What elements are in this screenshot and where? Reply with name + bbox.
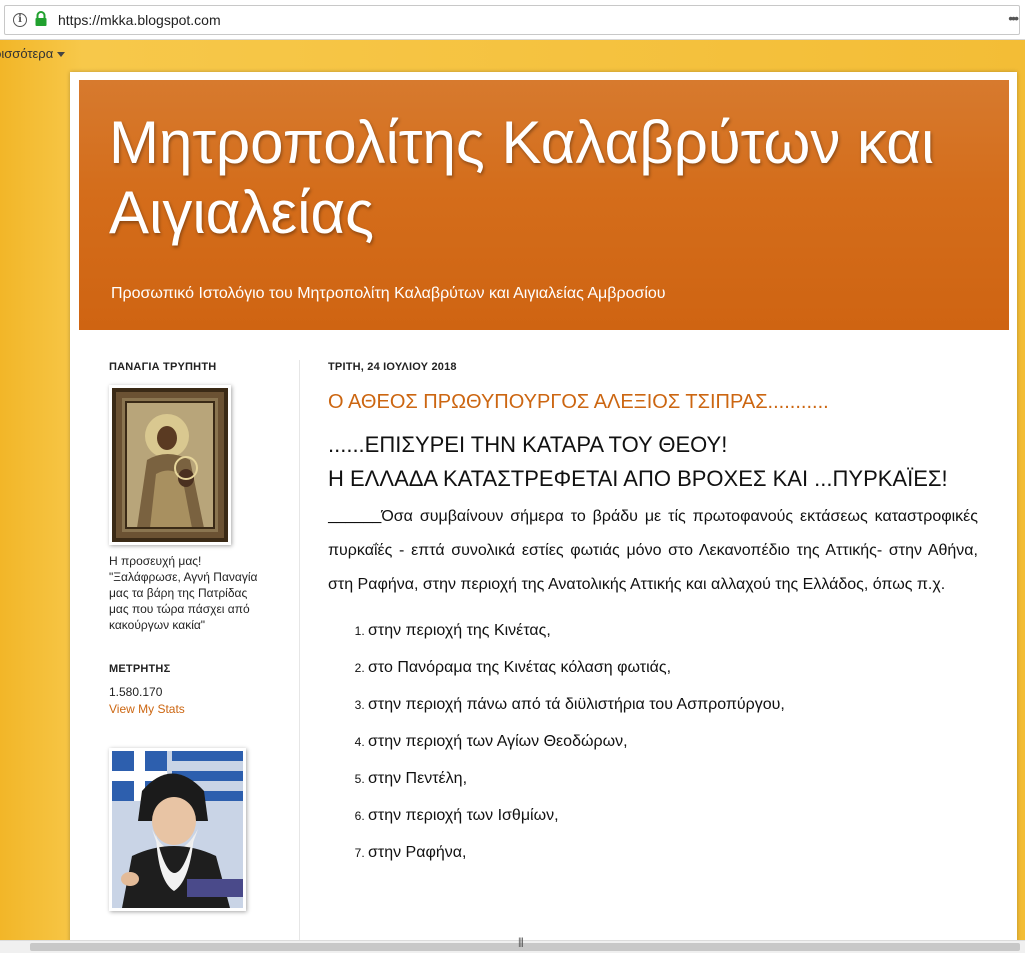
post-title-link[interactable]: Ο ΑΘΕΟΣ ΠΡΩΘΥΠΟΥΡΓΟΣ ΑΛΕΞΙΟΣ ΤΣΙΠΡΑΣ....… xyxy=(328,391,978,414)
list-item: στην Πεντέλη, xyxy=(368,760,978,797)
list-item: στην περιοχή της Κινέτας, xyxy=(368,612,978,649)
blog-description: Προσωπικό Ιστολόγιο του Μητροπολίτη Καλα… xyxy=(111,285,666,302)
list-item: στην περιοχή πάνω από τά διϋλιστήρια του… xyxy=(368,686,978,723)
metropolitan-photo[interactable] xyxy=(109,748,246,911)
more-menu-button[interactable]: ρισσότερα xyxy=(0,46,66,61)
blogger-navbar: ρισσότερα xyxy=(0,40,1025,68)
scroll-grip-icon: ||| xyxy=(518,937,524,948)
list-item: στο Πανόραμα της Κινέτας κόλαση φωτιάς, xyxy=(368,649,978,686)
list-item: στην περιοχή των Αγίων Θεοδώρων, xyxy=(368,723,978,760)
panagia-icon-picture xyxy=(112,388,228,542)
counter-widget-title: ΜΕΤΡΗΤΗΣ xyxy=(109,663,171,675)
list-item: στην περιοχή των Ισθμίων, xyxy=(368,797,978,834)
icon-caption: Η προσευχή μας! "Ξαλάφρωσε, Αγνή Παναγία… xyxy=(109,554,258,632)
list-item: στην Ραφήνα, xyxy=(368,834,978,871)
main-column: ΤΡΙΤΗ, 24 ΙΟΥΛΙΟΥ 2018 Ο ΑΘΕΟΣ ΠΡΩΘΥΠΟΥΡ… xyxy=(328,361,978,871)
post-body-dash: ______ xyxy=(328,508,382,525)
post-sub-line-2: Η ΕΛΛΑΔΑ ΚΑΤΑΣΤΡΕΦΕΤΑΙ ΑΠΟ ΒΡΟΧΕΣ ΚΑΙ ..… xyxy=(328,466,948,491)
browser-address-bar: i https://mkka.blogspot.com ••• xyxy=(0,0,1025,40)
column-divider xyxy=(299,360,300,953)
caret-down-icon xyxy=(57,52,66,58)
post-body-text: Όσα συμβαίνουν σήμερα το βράδυ με τίς πρ… xyxy=(328,508,978,593)
page-actions-icon[interactable]: ••• xyxy=(1008,10,1019,26)
url-box[interactable]: i https://mkka.blogspot.com ••• xyxy=(4,5,1020,35)
icon-widget-title: ΠΑΝΑΓΙΑ ΤΡΥΠΗΤΗ xyxy=(109,361,217,373)
more-menu-label: ρισσότερα xyxy=(0,46,54,61)
visitor-counter-value: 1.580.170 xyxy=(109,685,163,699)
scrollbar-thumb[interactable] xyxy=(30,943,1020,951)
blog-title[interactable]: Μητροπολίτης Καλαβρύτων και Αιγιαλείας xyxy=(109,108,989,248)
post-date: ΤΡΙΤΗ, 24 ΙΟΥΛΙΟΥ 2018 xyxy=(328,361,457,373)
blog-header: Μητροπολίτης Καλαβρύτων και Αιγιαλείας Π… xyxy=(79,80,1009,330)
content-outer: Μητροπολίτης Καλαβρύτων και Αιγιαλείας Π… xyxy=(70,72,1017,953)
post-sub-line-1: ......ΕΠΙΣΥΡΕΙ ΤΗΝ ΚΑΤΑΡΑ ΤΟΥ ΘΕΟΥ! xyxy=(328,432,728,457)
post-subheading: ......ΕΠΙΣΥΡΕΙ ΤΗΝ ΚΑΤΑΡΑ ΤΟΥ ΘΕΟΥ! Η ΕΛ… xyxy=(328,428,978,496)
view-stats-link[interactable]: View My Stats xyxy=(109,702,269,716)
sidebar: ΠΑΝΑΓΙΑ ΤΡΥΠΗΤΗ Η προσευχή μας! "Ξαλάφρω… xyxy=(109,361,269,911)
lock-icon xyxy=(35,11,47,26)
info-icon[interactable]: i xyxy=(13,13,27,27)
panagia-icon-image[interactable] xyxy=(109,385,231,545)
post-body: ______Όσα συμβαίνουν σήμερα το βράδυ με … xyxy=(328,500,978,602)
url-text[interactable]: https://mkka.blogspot.com xyxy=(58,11,221,29)
metropolitan-picture xyxy=(112,751,243,908)
horizontal-scrollbar[interactable]: ||| xyxy=(0,937,1025,953)
fire-locations-list: στην περιοχή της Κινέτας, στο Πανόραμα τ… xyxy=(328,612,978,871)
